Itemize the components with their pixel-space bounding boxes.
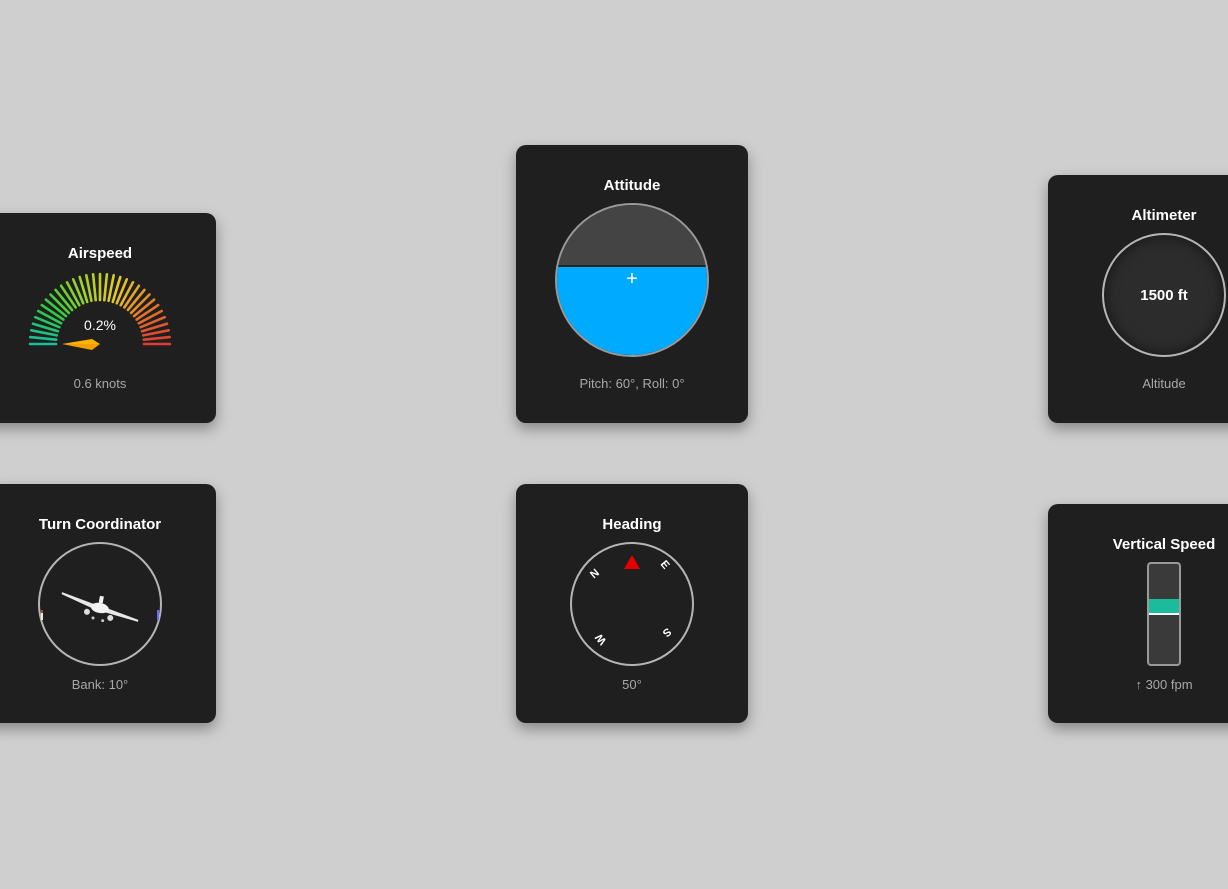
vertical-speed-card: Vertical Speed ↑ 300 fpm bbox=[1048, 504, 1228, 723]
airspeed-tick bbox=[91, 272, 97, 302]
vertical-speed-caption: ↑ 300 fpm bbox=[1135, 677, 1193, 692]
turn-coordinator-title: Turn Coordinator bbox=[38, 516, 162, 533]
airspeed-tick bbox=[142, 335, 171, 341]
attitude-card: Attitude + Pitch: 60°, Roll: 0° bbox=[516, 145, 748, 423]
airspeed-tick bbox=[28, 335, 58, 341]
attitude-title: Attitude bbox=[603, 177, 661, 194]
attitude-center-mark: + bbox=[626, 268, 638, 290]
airspeed-tick bbox=[103, 272, 109, 302]
turn-coordinator-caption: Bank: 10° bbox=[71, 677, 129, 692]
vertical-speed-title: Vertical Speed bbox=[1112, 536, 1216, 553]
turn-coordinator-card: Turn Coordinator Bank: 10° bbox=[0, 484, 216, 723]
attitude-caption: Pitch: 60°, Roll: 0° bbox=[579, 376, 685, 391]
airplane-icon bbox=[61, 592, 139, 623]
heading-caption: 50° bbox=[622, 677, 642, 692]
airspeed-needle-icon bbox=[62, 339, 100, 344]
altimeter-caption: Altitude bbox=[1142, 376, 1186, 391]
attitude-horizon-line bbox=[557, 265, 707, 267]
attitude-sky bbox=[557, 205, 707, 265]
vertical-speed-bar bbox=[1149, 599, 1179, 613]
red-triangle-icon bbox=[624, 555, 640, 569]
altimeter-value: 1500 ft bbox=[1140, 287, 1188, 304]
altimeter-title: Altimeter bbox=[1131, 207, 1197, 224]
heading-card: Heading N E S W 50° bbox=[516, 484, 748, 723]
attitude-indicator: + bbox=[555, 203, 709, 357]
airspeed-caption: 0.6 knots bbox=[73, 376, 127, 391]
airspeed-percent: 0.2% bbox=[84, 317, 116, 333]
vertical-speed-zero-line bbox=[1149, 613, 1179, 615]
airspeed-card: Airspeed 0.2% 0.6 knots bbox=[0, 213, 216, 423]
airspeed-title: Airspeed bbox=[67, 245, 133, 262]
vertical-speed-track bbox=[1147, 562, 1181, 666]
heading-title: Heading bbox=[602, 516, 662, 533]
altimeter-card: Altimeter 1500 ft Altitude bbox=[1048, 175, 1228, 423]
